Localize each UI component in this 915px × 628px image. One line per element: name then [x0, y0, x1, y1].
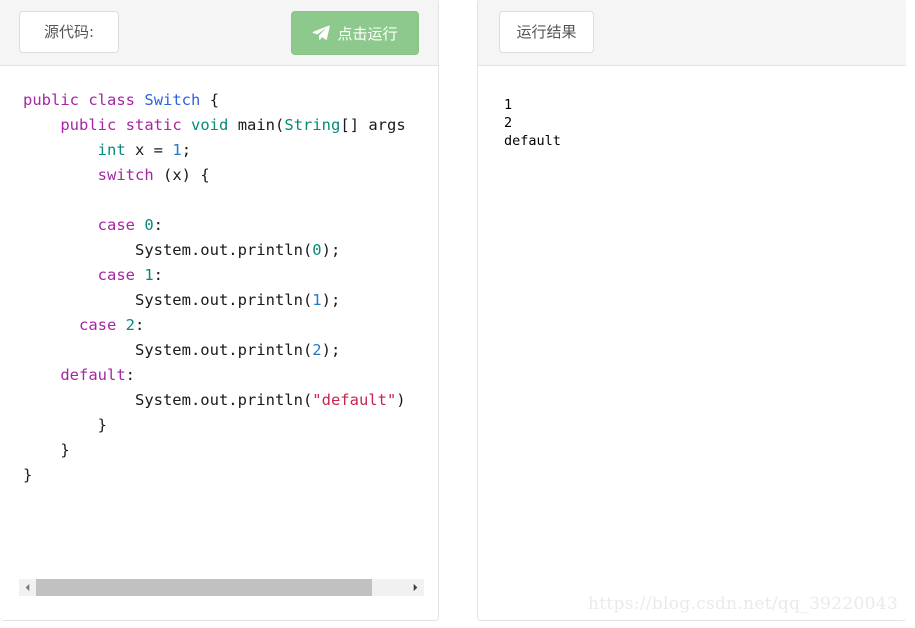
code-editor-area[interactable]: public class Switch { public static void… — [0, 66, 438, 620]
result-panel-header: 运行结果 — [478, 0, 906, 66]
source-panel-header: 源代码: 点击运行 — [0, 0, 438, 66]
run-button-label: 点击运行 — [337, 24, 398, 43]
blog-watermark: https://blog.csdn.net/qq_39220043 — [588, 594, 898, 614]
send-paper-plane-icon — [312, 24, 331, 42]
code-horizontal-scrollbar[interactable] — [19, 579, 424, 596]
source-code-panel: 源代码: 点击运行 public class Switch { public s… — [0, 0, 439, 621]
run-code-button[interactable]: 点击运行 — [291, 11, 419, 55]
source-code-label-button[interactable]: 源代码: — [19, 11, 119, 53]
scrollbar-thumb[interactable] — [36, 579, 372, 596]
scroll-left-arrow-icon[interactable] — [19, 579, 36, 596]
source-code-text: public class Switch { public static void… — [23, 91, 406, 484]
result-output-area: 1 2 default https://blog.csdn.net/qq_392… — [478, 66, 906, 620]
run-result-panel: 运行结果 1 2 default https://blog.csdn.net/q… — [477, 0, 906, 621]
program-output-text: 1 2 default — [504, 97, 561, 149]
app-root: 源代码: 点击运行 public class Switch { public s… — [0, 0, 915, 628]
scroll-right-arrow-icon[interactable] — [407, 579, 424, 596]
run-result-label-button[interactable]: 运行结果 — [499, 11, 594, 53]
scrollbar-track[interactable] — [36, 579, 407, 596]
